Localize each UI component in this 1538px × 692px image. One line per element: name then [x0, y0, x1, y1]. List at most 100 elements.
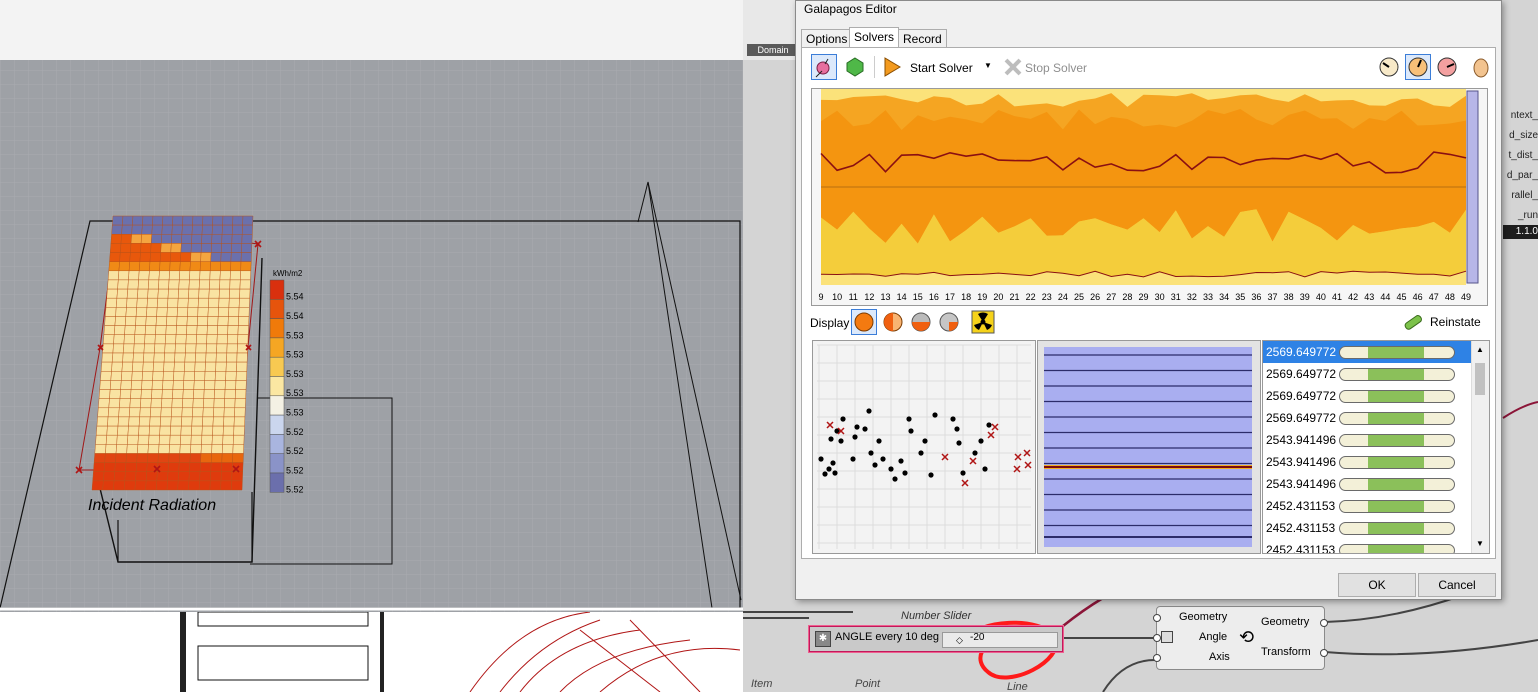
start-dropdown-icon[interactable]: ▼ — [984, 61, 992, 70]
label-point: Point — [855, 678, 881, 690]
input-axis[interactable]: Axis — [1209, 651, 1230, 663]
genome-map[interactable] — [1037, 340, 1261, 554]
fitness-row[interactable]: 2452.431153 — [1263, 517, 1471, 539]
scroll-down-icon[interactable]: ▼ — [1476, 539, 1484, 548]
generation-tick: 44 — [1380, 292, 1390, 302]
mesh-cell — [93, 453, 106, 463]
display-mode-3-icon[interactable] — [908, 309, 934, 335]
port-dot[interactable] — [1153, 634, 1161, 642]
genome-bar — [1339, 500, 1455, 513]
generation-tick: 14 — [897, 292, 907, 302]
generation-tick: 20 — [993, 292, 1003, 302]
display-mode-4-icon[interactable] — [936, 309, 962, 335]
tab-solvers[interactable]: Solvers — [849, 27, 900, 49]
genome-point — [906, 416, 912, 422]
port-dot[interactable] — [1153, 614, 1161, 622]
fitness-graph[interactable]: 9 10 11 12 13 14 15 16 17 18 19 20 21 22 23 24 25 26 27 28 2… — [811, 88, 1488, 306]
mesh-cell — [130, 243, 142, 253]
generation-tick: 34 — [1219, 292, 1229, 302]
fitness-row[interactable]: 2569.649772 — [1263, 363, 1471, 385]
slider-knob-icon[interactable]: ◇ — [956, 635, 963, 646]
mesh-cell — [220, 480, 232, 491]
annealing-solver-icon[interactable] — [842, 54, 868, 80]
mesh-cell — [157, 453, 170, 463]
rhino-viewport[interactable]: 5.54 5.54 5.53 5.53 5.53 5.53 5.53 5.52 5.52 5.52… — [0, 0, 743, 692]
tab-options[interactable]: Options — [801, 29, 853, 48]
fitness-row[interactable]: 2543.941496 — [1263, 473, 1471, 495]
input-geometry[interactable]: Geometry — [1179, 611, 1227, 623]
population-scatter-plot[interactable] — [812, 340, 1036, 554]
mesh-cell — [162, 371, 175, 381]
mesh-cell — [101, 352, 114, 363]
fitness-row[interactable]: 2569.649772 — [1263, 407, 1471, 429]
angle-number-slider[interactable]: ✱ ANGLE every 10 deg ◇ -20 — [809, 626, 1063, 652]
mesh-cell — [151, 224, 163, 235]
input-angle[interactable]: Angle — [1199, 631, 1227, 643]
genome-point — [830, 460, 836, 466]
port-dot[interactable] — [1320, 649, 1328, 657]
scroll-thumb[interactable] — [1475, 363, 1485, 395]
mesh-cell — [164, 334, 177, 345]
mesh-cell — [192, 215, 204, 226]
speed-slow-icon[interactable] — [1376, 54, 1402, 80]
speed-fast-icon[interactable] — [1434, 54, 1460, 80]
cancel-button[interactable]: Cancel — [1418, 573, 1496, 597]
mesh-cell — [228, 297, 240, 308]
mesh-cell — [155, 316, 168, 326]
mesh-cell — [236, 361, 248, 372]
ok-button[interactable]: OK — [1338, 573, 1416, 597]
display-mode-1-icon[interactable] — [851, 309, 877, 335]
mesh-cell — [229, 279, 241, 290]
port-dot[interactable] — [1320, 619, 1328, 627]
fitness-row[interactable]: 2569.649772 — [1263, 385, 1471, 407]
fitness-list[interactable]: 2569.649772 2569.649772 2569.649772 2569.64… — [1262, 340, 1490, 554]
mesh-cell — [142, 361, 154, 372]
output-transform[interactable]: Transform — [1261, 646, 1311, 658]
mesh-cell — [118, 270, 130, 281]
mesh-cell — [226, 334, 239, 345]
mesh-cell — [161, 389, 174, 399]
mesh-cell — [130, 234, 142, 244]
reinstate-label[interactable]: Reinstate — [1430, 315, 1481, 329]
display-mode-2-icon[interactable] — [880, 309, 906, 335]
mesh-cell — [138, 416, 151, 427]
mesh-cell — [115, 444, 128, 454]
speed-medium-icon[interactable] — [1405, 54, 1431, 80]
mesh-cell — [232, 434, 245, 445]
genome-bar — [1339, 346, 1455, 359]
mesh-cell — [210, 243, 222, 253]
mesh-cell — [161, 398, 173, 409]
viewport-canvas[interactable]: 5.54 5.54 5.53 5.53 5.53 5.53 5.53 5.52 5.52 5.52… — [0, 60, 743, 612]
mesh-cell — [186, 316, 198, 326]
evolutionary-solver-icon[interactable] — [811, 54, 837, 80]
fitness-row[interactable]: 2543.941496 — [1263, 451, 1471, 473]
mesh-cell — [111, 361, 123, 372]
start-solver-label[interactable]: Start Solver — [910, 61, 973, 75]
start-solver-icon[interactable] — [878, 54, 904, 80]
mesh-cell — [172, 215, 184, 226]
fitness-list-scrollbar[interactable]: ▲ ▼ — [1471, 341, 1489, 553]
fitness-row[interactable]: 2452.431153 — [1263, 495, 1471, 517]
galapagos-editor-window[interactable]: Galapagos Editor Options Solvers Record … — [795, 0, 1502, 600]
reinstate-icon[interactable] — [1400, 309, 1426, 335]
mesh-cell — [216, 343, 228, 354]
fitness-row[interactable]: 2543.941496 — [1263, 429, 1471, 451]
port-dot[interactable] — [1153, 654, 1161, 662]
mesh-cell — [197, 307, 209, 317]
fitness-row[interactable]: 2569.649772 — [1263, 341, 1471, 363]
egg-icon[interactable] — [1468, 54, 1494, 80]
scroll-up-icon[interactable]: ▲ — [1476, 345, 1484, 354]
rotate-component[interactable]: Geometry Angle Axis Geometry Transform ⟲ — [1153, 606, 1328, 670]
radiation-hazard-icon[interactable] — [970, 309, 996, 335]
slider-settings-icon[interactable]: ✱ — [815, 631, 831, 647]
genome-point — [960, 470, 966, 476]
mesh-cell — [116, 434, 129, 445]
mesh-cell — [203, 389, 215, 399]
mesh-cell — [191, 234, 203, 244]
fitness-row[interactable]: 2452.431153 — [1263, 539, 1471, 553]
mesh-cell — [130, 380, 143, 390]
mesh-cell — [131, 224, 143, 235]
output-geometry[interactable]: Geometry — [1261, 616, 1309, 628]
mesh-cell — [103, 325, 116, 335]
tab-record[interactable]: Record — [898, 29, 947, 48]
